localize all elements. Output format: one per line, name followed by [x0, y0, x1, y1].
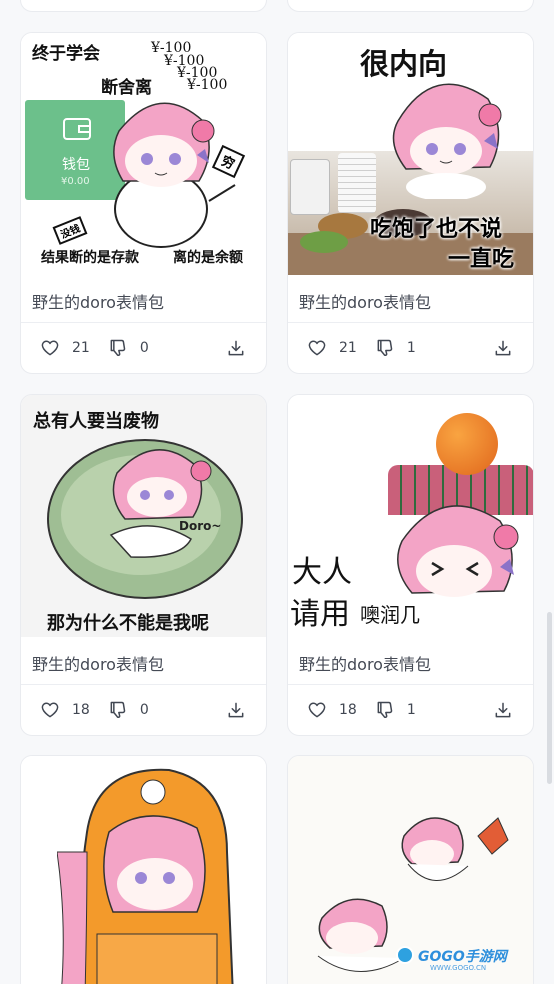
dislike-count: 0	[139, 340, 149, 356]
heart-icon	[41, 340, 59, 356]
orange-shape	[436, 413, 498, 475]
download-button[interactable]	[226, 700, 246, 720]
doro-character	[109, 449, 212, 558]
thumbs-down-icon	[377, 701, 393, 718]
watermark-url: WWW.GOGO.CN	[430, 964, 487, 972]
meme-caption: 总有人要当废物	[33, 411, 159, 432]
wallet-icon	[63, 118, 91, 140]
wallet-label: 钱包	[62, 157, 90, 173]
watermark-logo-icon	[396, 946, 414, 964]
plate-stack-shape	[338, 153, 376, 213]
dislike-button[interactable]: 1	[375, 338, 416, 358]
meme-caption: 一直吃	[448, 247, 515, 272]
heart-icon	[308, 702, 326, 718]
card-title[interactable]: 野生的doro表情包	[288, 637, 533, 685]
like-button[interactable]: 18	[40, 700, 90, 720]
meme-card[interactable]: 总有人要当废物 Doro~ 那为什么不能是我呢 野生的doro表情包 18 0	[20, 394, 267, 736]
thumbs-down-icon	[377, 339, 393, 356]
meme-image-orange-hood[interactable]	[21, 756, 266, 984]
heart-icon	[308, 340, 326, 356]
like-count: 18	[72, 702, 90, 718]
dislike-count: 1	[406, 340, 416, 356]
meme-caption: 大人	[292, 555, 352, 590]
meme-card[interactable]: GOGO手游网 WWW.GOGO.CN	[287, 755, 534, 984]
card-title[interactable]: 野生的doro表情包	[21, 275, 266, 323]
meme-caption: 吃饱了也不说	[370, 217, 503, 242]
thumbs-down-icon	[110, 701, 126, 718]
dislike-button[interactable]: 1	[375, 700, 416, 720]
card-actions: 21 0	[21, 323, 266, 373]
meme-caption: 请用	[290, 597, 350, 632]
meme-caption: 离的是余额	[173, 250, 243, 266]
meme-caption: 很内向	[360, 47, 448, 81]
download-icon	[495, 340, 511, 356]
meme-caption: 噢润几	[360, 603, 420, 627]
download-button[interactable]	[226, 338, 246, 358]
meme-image-feiwu[interactable]: 总有人要当废物 Doro~ 那为什么不能是我呢	[21, 395, 266, 637]
meme-image-qingyong[interactable]: 大人 请用 噢润几	[288, 395, 533, 637]
bag-label: Doro~	[179, 519, 222, 533]
meme-card[interactable]: 很内向 吃饱了也不说 一直吃 野生的doro表情包 21 1	[287, 32, 534, 374]
download-button[interactable]	[493, 700, 513, 720]
meme-card[interactable]: 终于学会 断舍离 ¥-100 ¥-100 ¥-100 ¥-100 钱包 ¥0.0…	[20, 32, 267, 374]
wallet-amount: ¥0.00	[61, 176, 90, 187]
card-title[interactable]: 野生的doro表情包	[21, 637, 266, 685]
meme-card[interactable]: 大人 请用 噢润几 野生的doro表情包 18 1	[287, 394, 534, 736]
meme-caption: 终于学会	[32, 44, 100, 64]
like-button[interactable]: 21	[307, 338, 357, 358]
dislike-button[interactable]: 0	[108, 700, 149, 720]
thumbs-down-icon	[110, 339, 126, 356]
dish-shape	[300, 231, 348, 253]
doro-character	[57, 768, 234, 984]
doro-character	[392, 83, 502, 199]
meme-grid-page: 终于学会 断舍离 ¥-100 ¥-100 ¥-100 ¥-100 钱包 ¥0.0…	[0, 0, 554, 984]
download-icon	[228, 702, 244, 718]
like-count: 18	[339, 702, 357, 718]
like-count: 21	[72, 340, 90, 356]
like-button[interactable]: 18	[307, 700, 357, 720]
meme-card[interactable]	[20, 755, 267, 984]
meme-caption: 结果断的是存款	[41, 250, 139, 266]
download-button[interactable]	[493, 338, 513, 358]
watermark-brand: GOGO手游网	[418, 949, 507, 965]
page-scrollbar[interactable]	[547, 612, 552, 784]
card-partial-top-left[interactable]	[20, 0, 267, 12]
card-partial-top-right[interactable]	[287, 0, 534, 12]
meme-tag: 没钱	[52, 216, 88, 245]
like-count: 21	[339, 340, 357, 356]
meme-image-doro-duo[interactable]: GOGO手游网 WWW.GOGO.CN	[288, 756, 533, 984]
download-icon	[228, 340, 244, 356]
meme-image-duanshelí[interactable]: 终于学会 断舍离 ¥-100 ¥-100 ¥-100 ¥-100 钱包 ¥0.0…	[21, 33, 266, 275]
card-title[interactable]: 野生的doro表情包	[288, 275, 533, 323]
rice-cooker-shape	[290, 159, 330, 215]
dislike-count: 0	[139, 702, 149, 718]
meme-caption: 那为什么不能是我呢	[47, 613, 209, 634]
meme-image-neixiang[interactable]: 很内向 吃饱了也不说 一直吃	[288, 33, 533, 275]
download-icon	[495, 702, 511, 718]
doro-character	[113, 102, 236, 248]
dislike-button[interactable]: 0	[108, 338, 149, 358]
like-button[interactable]: 21	[40, 338, 90, 358]
card-actions: 18 0	[21, 685, 266, 735]
heart-icon	[41, 702, 59, 718]
card-actions: 18 1	[288, 685, 533, 735]
dislike-count: 1	[406, 702, 416, 718]
card-actions: 21 1	[288, 323, 533, 373]
